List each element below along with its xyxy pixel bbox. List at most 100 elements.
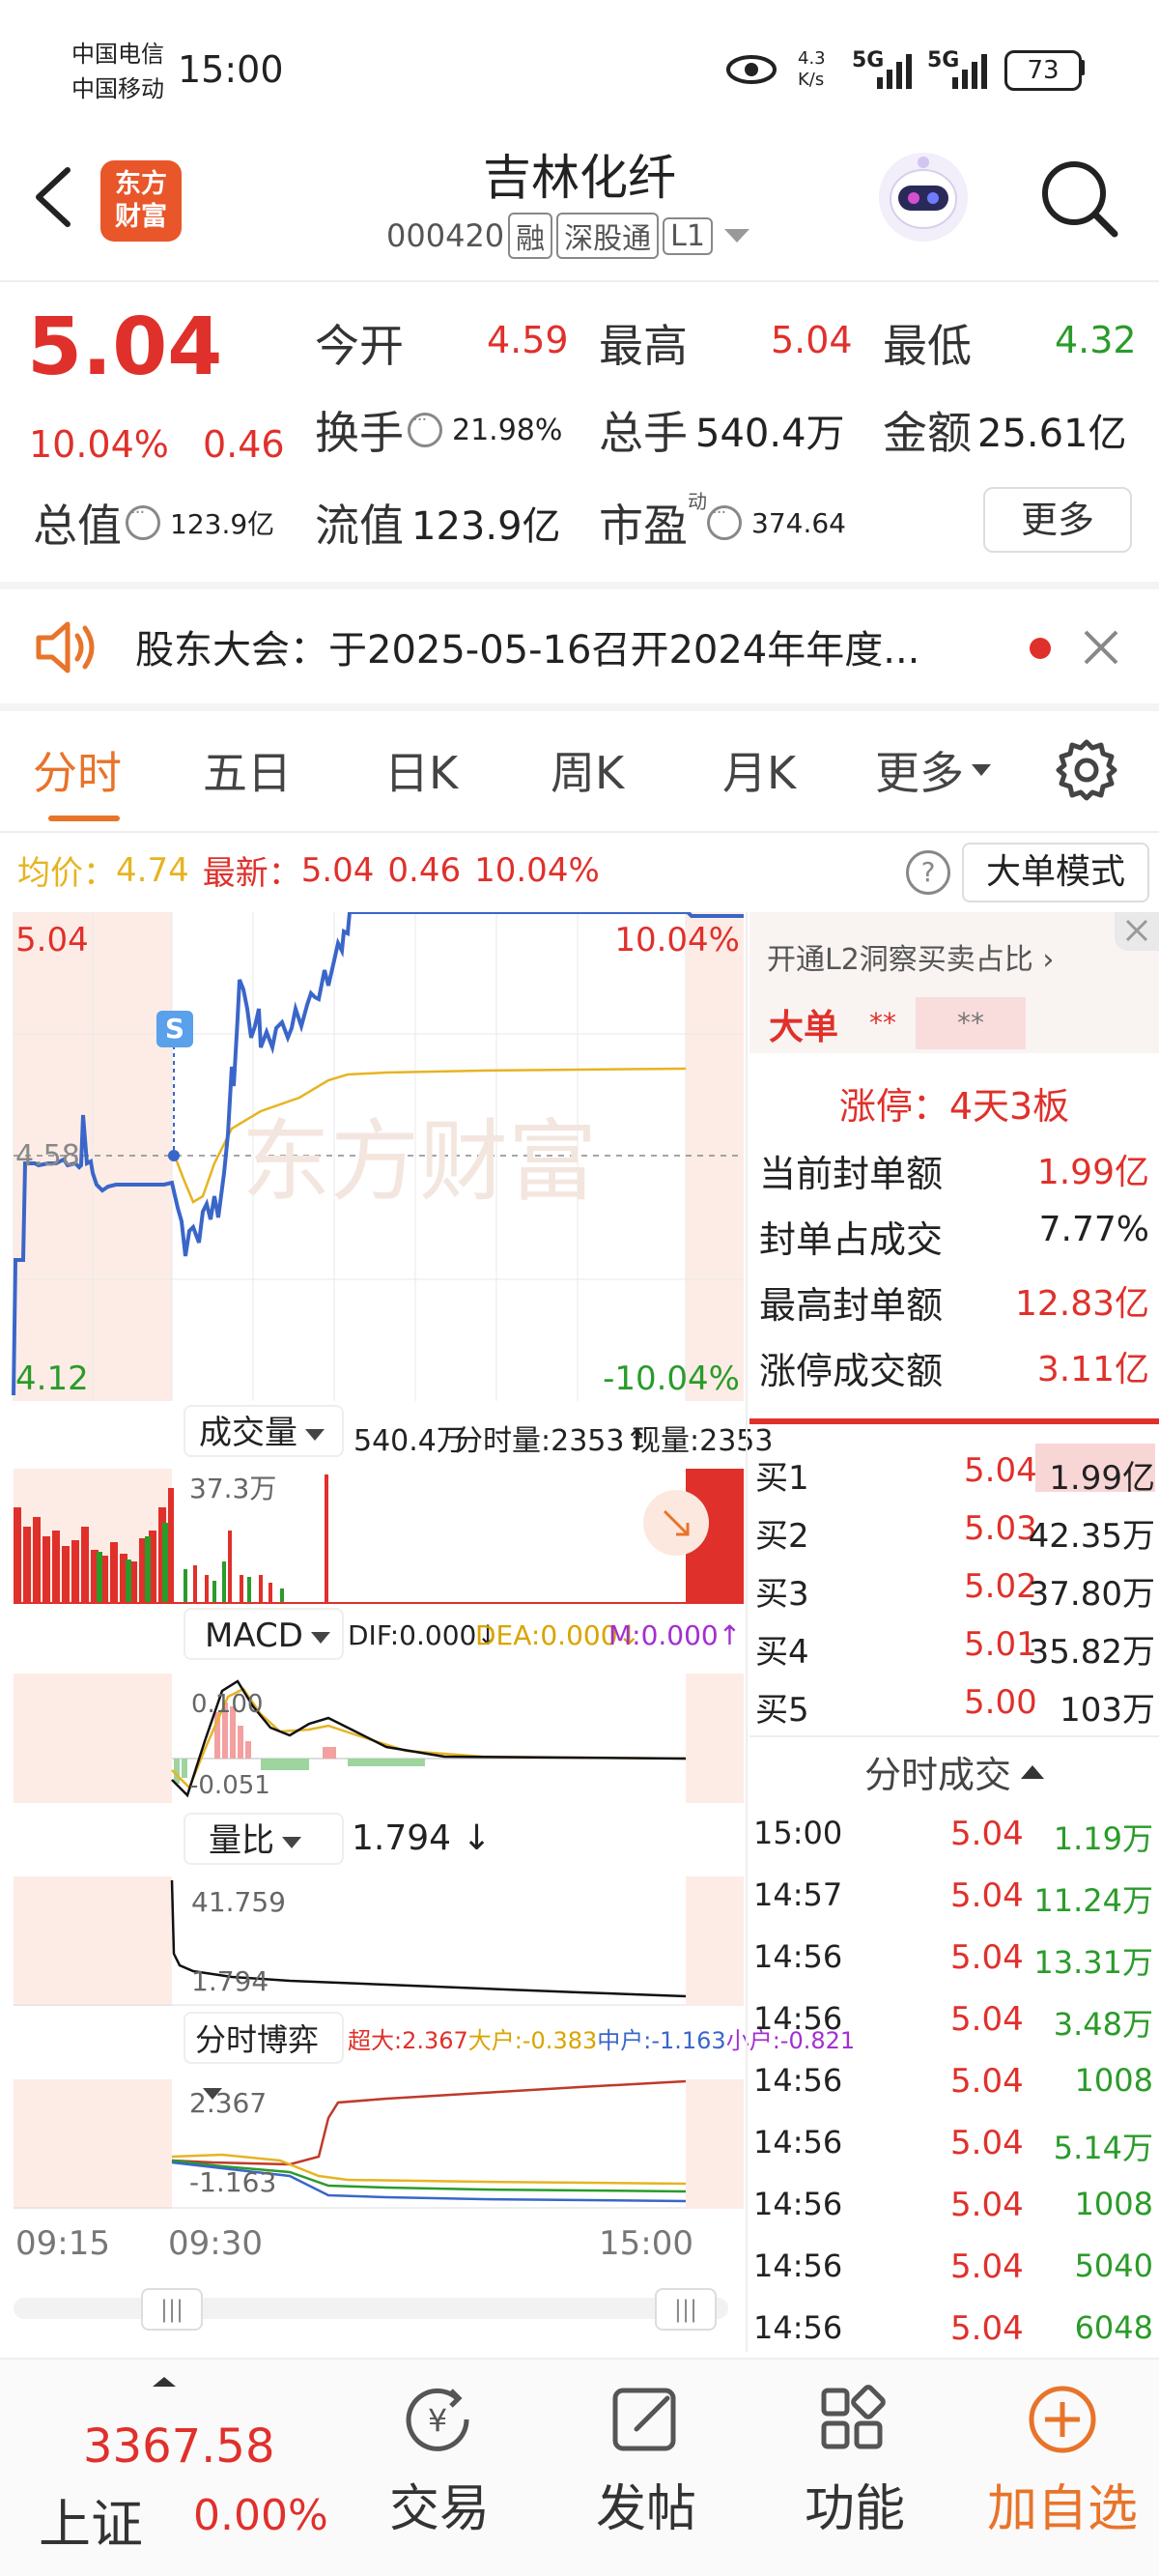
latest-value: 5.04 (300, 850, 375, 890)
l2-link[interactable]: 开通L2洞察买卖占比 › (767, 935, 1054, 978)
y-label-top: 5.04 (15, 921, 89, 959)
svg-text:¥: ¥ (428, 2402, 447, 2439)
tab-month-k[interactable]: 月K (722, 738, 796, 802)
change-pct: 10.04% (29, 423, 169, 466)
volume-label: 总手 (599, 407, 688, 459)
bid-label: 买3 (755, 1575, 809, 1614)
trade-row: 15:00 5.04 1.19万 (753, 1801, 1153, 1863)
stock-name: 吉林化纤 (483, 150, 676, 206)
seal-row-2: 封单占成交 7.77% (759, 1210, 1149, 1263)
y-pct-top: 10.04% (614, 921, 740, 959)
game-chart[interactable]: 2.367 -1.163 (0, 2079, 744, 2209)
amount-label: 金额 (883, 407, 972, 459)
latest-chg: 0.46 (387, 850, 462, 890)
trade-row: 14:56 5.04 1008 (753, 2048, 1153, 2110)
bid-vol: 37.80万 (1028, 1575, 1155, 1614)
notice-bar[interactable]: 股东大会：于2025-05-16召开2024年年度... (0, 589, 1159, 703)
close-promo-icon[interactable] (1115, 912, 1159, 951)
volume-chart[interactable]: 37.3万 (0, 1469, 744, 1604)
bid-row-5: 买5 5.00 103万 (755, 1675, 1155, 1730)
post-market-shade (686, 912, 744, 1401)
tab-day-k[interactable]: 日K (384, 738, 458, 802)
notice-text: 股东大会：于2025-05-16召开2024年年度... (135, 628, 920, 673)
macd-dropdown[interactable]: MACD (184, 1608, 344, 1660)
gear-icon[interactable] (1053, 736, 1120, 808)
seal-label: 封单占成交 (759, 1218, 944, 1261)
trade-time: 14:57 (753, 1876, 843, 1913)
nav-post[interactable]: 发帖 (583, 2383, 709, 2557)
side-panel: 开通L2洞察买卖占比 › 大单 ** ** 涨停：4天3板 当前封单额 1.99… (749, 912, 1159, 2352)
seal-row-4: 涨停成交额 3.11亿 (759, 1341, 1149, 1394)
code-dropdown-icon[interactable] (723, 229, 749, 243)
volume-dropdown-label: 成交量 (199, 1414, 297, 1452)
trade-vol: 6048 (1074, 2309, 1153, 2346)
float-value: 123.9亿 (411, 504, 561, 549)
range-scrollbar[interactable] (14, 2298, 728, 2319)
bid-price: 5.02 (964, 1567, 1037, 1606)
float-label: 流值 (315, 500, 404, 552)
seal-value: 3.11亿 (1036, 1350, 1149, 1389)
volume-max-label: 37.3万 (189, 1473, 276, 1504)
add-circle-icon (1029, 2386, 1096, 2453)
trade-time: 15:00 (753, 1815, 843, 1851)
more-button[interactable]: 更多 (983, 487, 1132, 553)
macd-top-label: 0.100 (191, 1690, 263, 1719)
range-handle-right[interactable]: ||| (655, 2288, 717, 2331)
search-icon[interactable] (1035, 155, 1122, 242)
open-label: 今开 (315, 320, 404, 372)
volume-dropdown[interactable]: 成交量 (184, 1405, 344, 1457)
stock-code: 000420 (386, 217, 505, 254)
help-icon[interactable]: ? (906, 850, 950, 895)
info-icon[interactable] (408, 410, 442, 447)
ratio-value-label: 1.794 (352, 1818, 452, 1858)
big-order-val-1: ** (869, 1007, 896, 1039)
trade-vol: 1.19万 (1053, 1820, 1153, 1857)
nav-trade[interactable]: ¥ 交易 (377, 2383, 502, 2557)
range-handle-left[interactable]: ||| (141, 2288, 203, 2331)
nav-add-watchlist[interactable]: 加自选 (975, 2383, 1149, 2557)
index-widget[interactable]: 3367.58 上证 0.00% (19, 2377, 338, 2561)
intraday-header: 均价： 4.74 最新： 5.04 0.46 10.04% (17, 846, 600, 894)
bid-price: 5.00 (964, 1683, 1037, 1722)
game-dropdown[interactable]: 分时博弈 (184, 2012, 344, 2100)
low-value: 4.32 (1055, 319, 1137, 361)
info-icon[interactable] (707, 502, 742, 540)
trade-time: 14:56 (753, 2124, 843, 2161)
robot-avatar-icon[interactable] (875, 149, 972, 245)
info-icon[interactable] (126, 502, 160, 540)
seal-row-1: 当前封单额 1.99亿 (759, 1144, 1149, 1197)
pe-item: 市盈 动 374.64 (599, 490, 846, 555)
index-value: 3367.58 (83, 2419, 275, 2474)
tag-level: L1 (663, 216, 713, 255)
seal-row-3: 最高封单额 12.83亿 (759, 1275, 1149, 1329)
tab-more[interactable]: 更多 (875, 738, 991, 802)
nav-func[interactable]: 功能 (792, 2383, 918, 2557)
bid-price: 5.01 (964, 1625, 1037, 1664)
ratio-top-label: 41.759 (191, 1886, 286, 1918)
macd-chart[interactable]: 0.100 -0.051 (0, 1674, 744, 1803)
game-top-label: 2.367 (189, 2087, 267, 2119)
trade-price: 5.04 (950, 1815, 1024, 1853)
tab-intraday[interactable]: 分时 (33, 738, 122, 821)
trade-vol: 5.14万 (1053, 2130, 1153, 2166)
ratio-dropdown[interactable]: 量比 (184, 1813, 344, 1865)
game-super: 超大:2.367 (348, 2027, 468, 2054)
tab-active-indicator (48, 816, 120, 821)
trades-title[interactable]: 分时成交 (749, 1745, 1159, 1798)
big-order-mode-button[interactable]: 大单模式 (962, 843, 1149, 902)
mktcap-label: 总值 (33, 500, 122, 552)
net-speed-bottom: K/s (798, 70, 825, 90)
macd-dif-label: DIF:0.000 (348, 1619, 477, 1651)
index-name: 上证 (39, 2494, 143, 2555)
bottom-nav: 3367.58 上证 0.00% ¥ 交易 发帖 功能 加自选 (0, 2358, 1159, 2576)
trade-vol: 11.24万 (1033, 1882, 1153, 1919)
tag-connect: 深股通 (556, 213, 660, 259)
ratio-bottom-label: 1.794 (191, 1965, 269, 1997)
tab-5day[interactable]: 五日 (203, 738, 292, 802)
yen-exchange-icon: ¥ (406, 2388, 469, 2451)
close-icon[interactable] (1082, 628, 1120, 671)
price-chart[interactable]: 东方财富 S 5.04 10.04% 4.58 4.12 -10.04% (0, 910, 744, 1401)
trade-time: 14:56 (753, 2309, 843, 2346)
tab-week-k[interactable]: 周K (551, 738, 624, 802)
ratio-chart[interactable]: 41.759 1.794 (0, 1876, 744, 2006)
